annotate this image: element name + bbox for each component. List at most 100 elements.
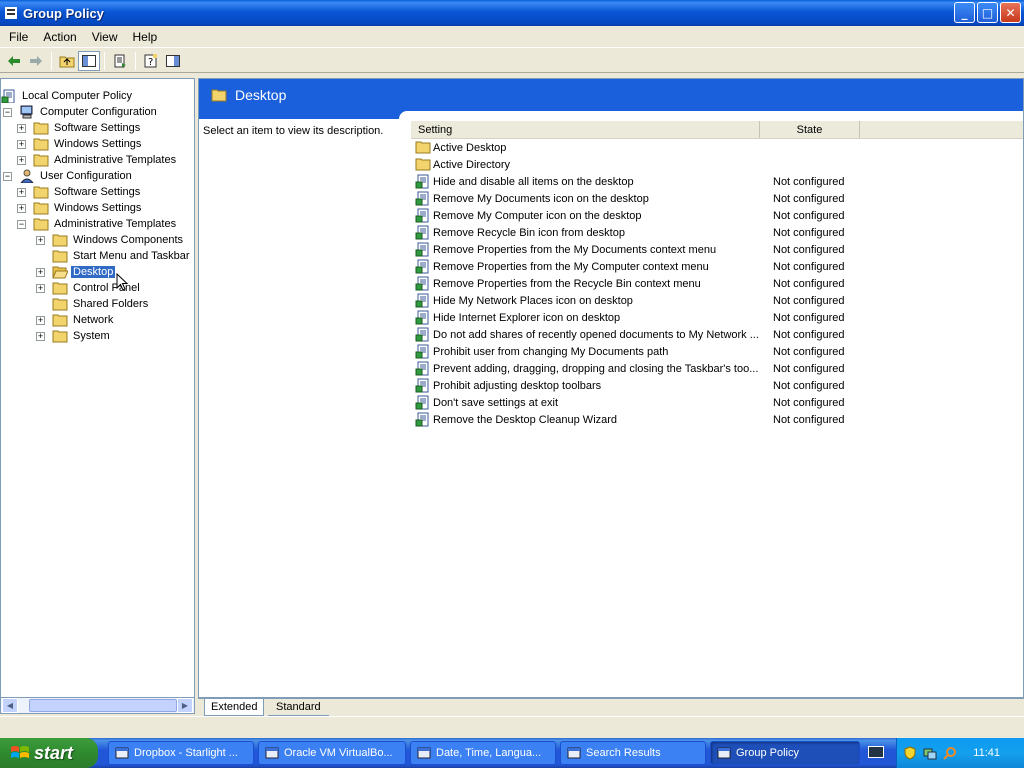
tree-node-label[interactable]: Windows Settings: [52, 138, 143, 150]
tree-node-label[interactable]: Software Settings: [52, 122, 142, 134]
column-header-setting[interactable]: Setting: [411, 121, 760, 138]
tree-node[interactable]: − User Configuration: [3, 168, 134, 184]
tree-node[interactable]: + Software Settings: [17, 184, 142, 200]
show-hide-action-pane-button[interactable]: [162, 51, 184, 71]
expand-icon[interactable]: +: [36, 267, 45, 277]
taskbar-button[interactable]: Date, Time, Langua...: [410, 741, 556, 765]
tree-node-label[interactable]: User Configuration: [38, 170, 134, 182]
expand-icon[interactable]: +: [17, 123, 26, 133]
show-hide-tree-button[interactable]: [78, 50, 100, 71]
tree-node[interactable]: + Desktop: [36, 264, 116, 280]
expand-icon[interactable]: +: [36, 315, 45, 325]
tree-horizontal-scrollbar[interactable]: ◀ ▶: [0, 697, 195, 714]
taskbar-button[interactable]: Dropbox - Starlight ...: [108, 741, 254, 765]
tree-node-label[interactable]: Computer Configuration: [38, 106, 159, 118]
menu-file[interactable]: File: [3, 30, 34, 44]
tree-node-label[interactable]: Desktop: [71, 266, 116, 278]
taskbar-button[interactable]: Group Policy: [710, 741, 860, 765]
tree-node[interactable]: Start Menu and Taskbar: [36, 248, 192, 264]
tree-node[interactable]: + Windows Settings: [17, 136, 143, 152]
expand-icon[interactable]: +: [36, 235, 45, 245]
minimize-button[interactable]: _: [954, 2, 975, 23]
list-item[interactable]: Prohibit user from changing My Documents…: [411, 343, 1023, 360]
list-item[interactable]: Active Desktop: [411, 139, 1023, 156]
list-item[interactable]: Prohibit adjusting desktop toolbars Not c…: [411, 377, 1023, 394]
tree-node[interactable]: + Windows Components: [36, 232, 185, 248]
clock[interactable]: 11:41: [973, 747, 1000, 759]
tree-node[interactable]: Local Computer Policy: [1, 88, 134, 104]
tree-node[interactable]: − Administrative Templates: [17, 216, 178, 232]
expand-icon[interactable]: +: [17, 139, 26, 149]
state-cell: Not configured: [773, 277, 845, 290]
security-shield-icon[interactable]: [903, 746, 917, 760]
list-item[interactable]: Don't save settings at exit Not configure…: [411, 394, 1023, 411]
menu-view[interactable]: View: [86, 30, 124, 44]
list-item[interactable]: Prevent adding, dragging, dropping and c…: [411, 360, 1023, 377]
menu-help[interactable]: Help: [127, 30, 164, 44]
tree-node-label[interactable]: System: [71, 330, 112, 342]
list-item[interactable]: Remove Properties from the Recycle Bin c…: [411, 275, 1023, 292]
settings-list[interactable]: Setting State Active Desktop Active Direc…: [411, 121, 1023, 428]
export-list-button[interactable]: [109, 51, 131, 71]
column-header-state[interactable]: State: [760, 121, 860, 138]
keyboard-icon[interactable]: [868, 746, 884, 758]
list-item[interactable]: Hide and disable all items on the deskto…: [411, 173, 1023, 190]
tree-node[interactable]: + Windows Settings: [17, 200, 143, 216]
up-one-level-button[interactable]: [56, 51, 78, 71]
list-item[interactable]: Remove Properties from the My Computer c…: [411, 258, 1023, 275]
list-body: Active Desktop Active Directory Hide and d…: [411, 139, 1023, 428]
tree-node[interactable]: Shared Folders: [36, 296, 150, 312]
list-item[interactable]: Do not add shares of recently opened doc…: [411, 326, 1023, 343]
taskbar-button[interactable]: Search Results: [560, 741, 706, 765]
taskbar-button[interactable]: Oracle VM VirtualBo...: [258, 741, 406, 765]
tree-node-label[interactable]: Control Panel: [71, 282, 142, 294]
tree-node-label[interactable]: Software Settings: [52, 186, 142, 198]
tree-node[interactable]: + Administrative Templates: [17, 152, 178, 168]
tree-node-label[interactable]: Shared Folders: [71, 298, 150, 310]
forward-button[interactable]: [25, 51, 47, 71]
tree-node[interactable]: − Computer Configuration: [3, 104, 159, 120]
expand-icon[interactable]: +: [17, 155, 26, 165]
tree-node-label[interactable]: Administrative Templates: [52, 218, 178, 230]
list-item[interactable]: Remove My Documents icon on the desktop N…: [411, 190, 1023, 207]
tree-node-label[interactable]: Local Computer Policy: [20, 90, 134, 102]
expand-icon[interactable]: +: [17, 203, 26, 213]
collapse-icon[interactable]: −: [17, 219, 26, 229]
console-tree[interactable]: Local Computer Policy − Computer Configura…: [0, 78, 195, 698]
list-item[interactable]: Remove Recycle Bin icon from desktop Not …: [411, 224, 1023, 241]
tree-node-label[interactable]: Windows Settings: [52, 202, 143, 214]
list-item[interactable]: Remove Properties from the My Documents …: [411, 241, 1023, 258]
tree-node-label[interactable]: Start Menu and Taskbar: [71, 250, 192, 262]
tree-node[interactable]: + System: [36, 328, 112, 344]
collapse-icon[interactable]: −: [3, 171, 12, 181]
scroll-left-arrow-icon[interactable]: ◀: [2, 698, 18, 713]
search-tray-icon[interactable]: [943, 746, 957, 760]
menu-action[interactable]: Action: [37, 30, 82, 44]
scroll-right-arrow-icon[interactable]: ▶: [177, 698, 193, 713]
list-item[interactable]: Hide My Network Places icon on desktop No…: [411, 292, 1023, 309]
explorer-icon: [115, 747, 129, 759]
tree-node[interactable]: + Software Settings: [17, 120, 142, 136]
expand-icon[interactable]: +: [17, 187, 26, 197]
collapse-icon[interactable]: −: [3, 107, 12, 117]
list-item[interactable]: Remove My Computer icon on the desktop No…: [411, 207, 1023, 224]
tree-node-label[interactable]: Windows Components: [71, 234, 185, 246]
list-item[interactable]: Hide Internet Explorer icon on desktop No…: [411, 309, 1023, 326]
title-bar[interactable]: Group Policy _ □ ✕: [0, 0, 1024, 26]
help-button[interactable]: ?: [140, 51, 162, 71]
expand-icon[interactable]: +: [36, 283, 45, 293]
close-button[interactable]: ✕: [1000, 2, 1021, 23]
tab-standard[interactable]: Standard: [268, 699, 329, 716]
back-button[interactable]: [3, 51, 25, 71]
start-button[interactable]: start: [0, 738, 98, 768]
list-item[interactable]: Active Directory: [411, 156, 1023, 173]
tree-node[interactable]: + Network: [36, 312, 115, 328]
tree-node-label[interactable]: Administrative Templates: [52, 154, 178, 166]
network-icon[interactable]: [923, 746, 937, 760]
restore-button[interactable]: □: [977, 2, 998, 23]
scroll-thumb[interactable]: [29, 699, 177, 712]
list-item[interactable]: Remove the Desktop Cleanup Wizard Not con…: [411, 411, 1023, 428]
tab-extended[interactable]: Extended: [204, 699, 265, 716]
expand-icon[interactable]: +: [36, 331, 45, 341]
tree-node-label[interactable]: Network: [71, 314, 115, 326]
